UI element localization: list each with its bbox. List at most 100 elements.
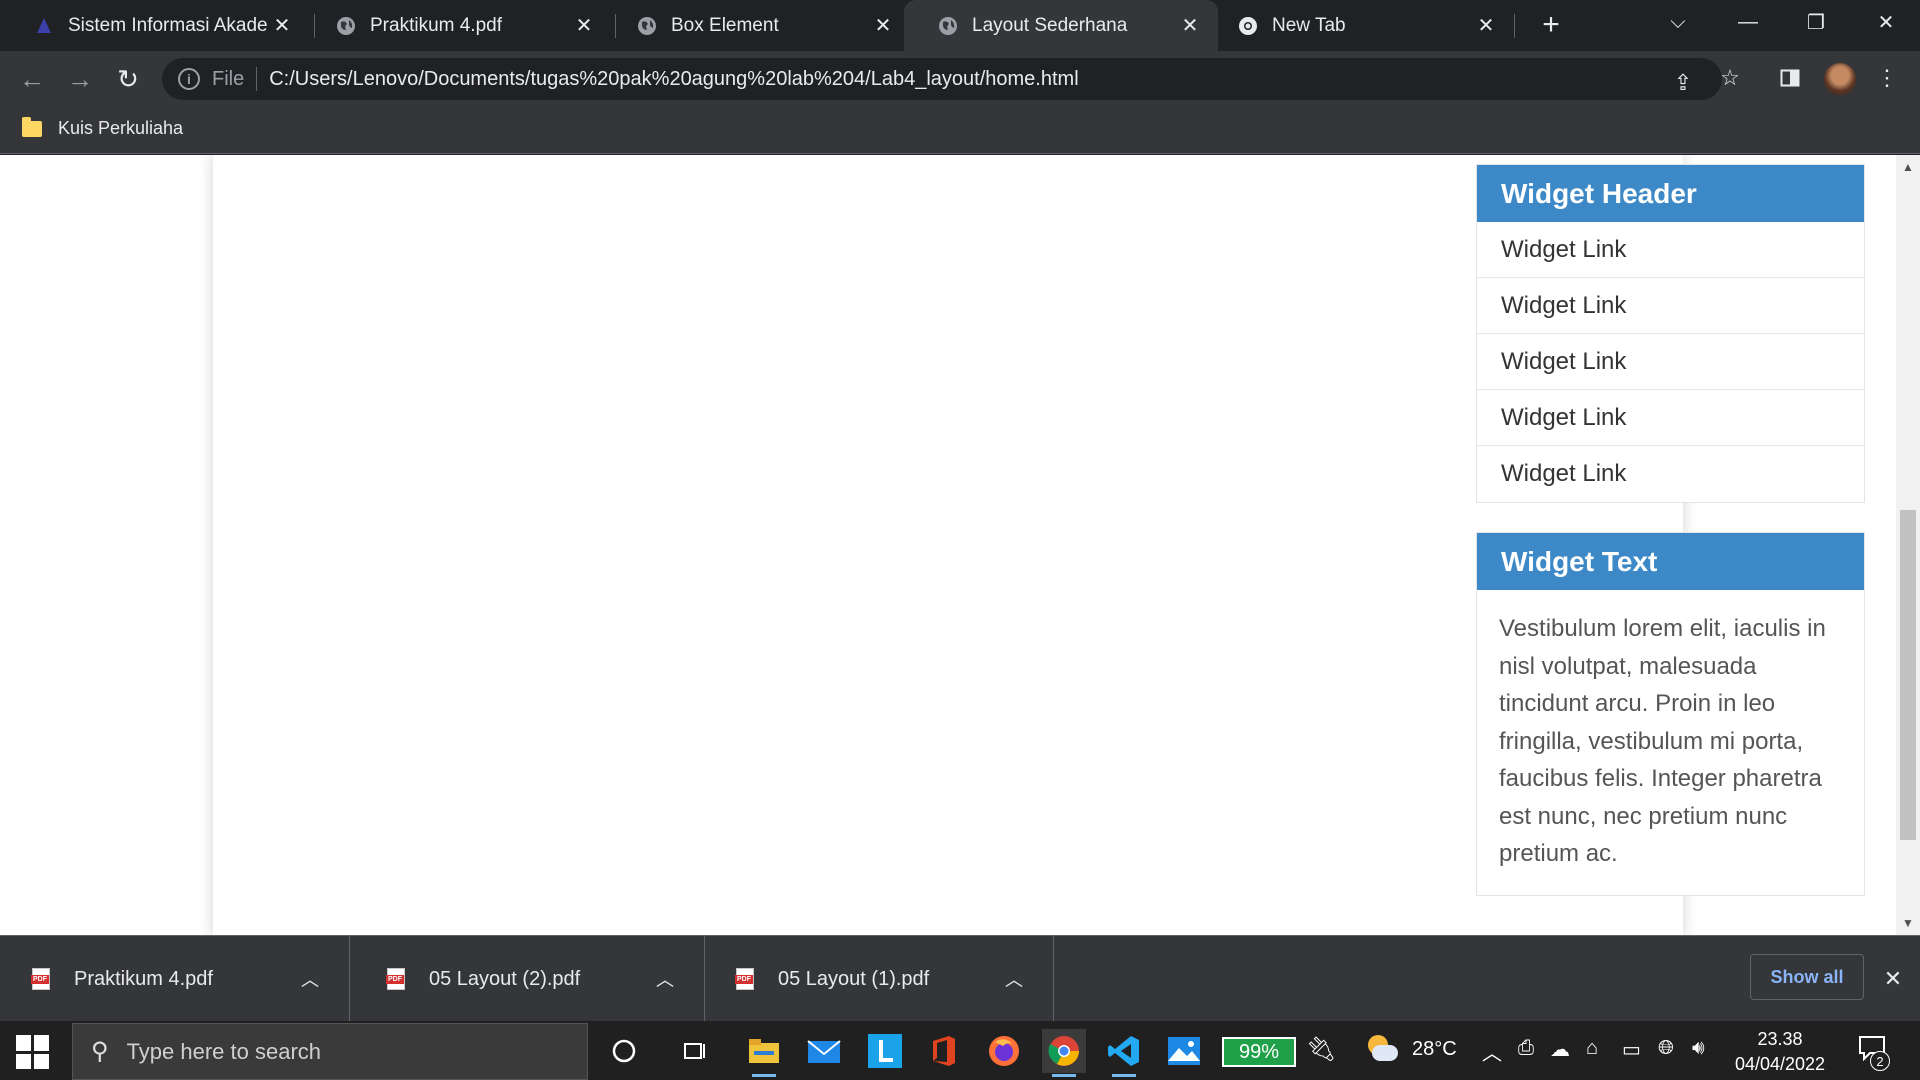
tab-close-icon[interactable]: ✕ bbox=[1176, 12, 1204, 40]
network-globe-icon[interactable]: 🌐︎ bbox=[1658, 1037, 1674, 1060]
forward-arrow-icon[interactable]: → bbox=[62, 61, 98, 97]
scroll-down-arrow-icon[interactable]: ▼ bbox=[1896, 911, 1920, 935]
tab-sistem-informasi[interactable]: Sistem Informasi Akademik ✕ bbox=[0, 0, 310, 51]
clock-date: 04/04/2022 bbox=[1734, 1054, 1826, 1074]
reload-icon[interactable]: ↻ bbox=[110, 61, 146, 97]
tab-praktikum-pdf[interactable]: Praktikum 4.pdf ✕ bbox=[302, 0, 612, 51]
web-viewport: Widget Header Widget Link Widget Link Wi… bbox=[0, 155, 1920, 935]
weather-icon[interactable] bbox=[1364, 1033, 1400, 1067]
task-view-icon[interactable] bbox=[673, 1029, 717, 1073]
profile-avatar[interactable] bbox=[1824, 63, 1856, 95]
bookmark-folder[interactable]: Kuis Perkuliaha bbox=[22, 116, 184, 139]
download-shelf: PDF Praktikum 4.pdf ︿ PDF 05 Layout (2).… bbox=[0, 935, 1920, 1022]
vscode-icon[interactable] bbox=[1102, 1029, 1146, 1077]
camera-icon[interactable]: ⌂ bbox=[1586, 1037, 1598, 1060]
widget-header: Widget Text bbox=[1477, 533, 1864, 590]
chevron-up-icon[interactable]: ︿ bbox=[999, 966, 1029, 992]
tab-title: Sistem Informasi Akademik bbox=[68, 14, 268, 36]
download-item[interactable]: PDF 05 Layout (1).pdf ︿ bbox=[704, 936, 1054, 1022]
notification-count-badge: 2 bbox=[1870, 1051, 1890, 1071]
widget-link[interactable]: Widget Link bbox=[1477, 278, 1864, 334]
chevron-up-tray-icon[interactable]: ︿ bbox=[1482, 1037, 1502, 1066]
tab-box-element[interactable]: Box Element ✕ bbox=[603, 0, 911, 51]
volume-icon[interactable]: 🔊︎ bbox=[1692, 1037, 1705, 1060]
browser-toolbar: ← → ↻ i File C:/Users/Lenovo/Documents/t… bbox=[0, 51, 1920, 106]
scroll-up-arrow-icon[interactable]: ▲ bbox=[1896, 155, 1920, 179]
taskbar-clock[interactable]: 23.38 04/04/2022 bbox=[1730, 1027, 1830, 1077]
download-filename: 05 Layout (1).pdf bbox=[778, 967, 930, 990]
tab-layout-sederhana[interactable]: Layout Sederhana ✕ bbox=[904, 0, 1218, 51]
folder-icon bbox=[22, 116, 42, 137]
widget-links: Widget Header Widget Link Widget Link Wi… bbox=[1476, 164, 1865, 503]
cortana-icon[interactable] bbox=[602, 1029, 646, 1073]
chevron-up-icon[interactable]: ︿ bbox=[650, 966, 680, 992]
tab-title: Layout Sederhana bbox=[972, 14, 1128, 36]
url-text[interactable]: C:/Users/Lenovo/Documents/tugas%20pak%20… bbox=[269, 68, 1078, 91]
bookmark-star-icon[interactable]: ☆ bbox=[1715, 63, 1745, 93]
onedrive-cloud-icon[interactable]: ☁ bbox=[1550, 1037, 1570, 1062]
battery-tray-icon[interactable]: ▭ bbox=[1622, 1037, 1641, 1062]
windows-start-icon[interactable] bbox=[16, 1035, 50, 1069]
side-panel-icon[interactable] bbox=[1775, 63, 1805, 93]
address-bar[interactable]: i File C:/Users/Lenovo/Documents/tugas%2… bbox=[162, 58, 1722, 100]
show-all-button[interactable]: Show all bbox=[1750, 954, 1864, 1000]
tab-title: New Tab bbox=[1272, 14, 1346, 36]
widget-link[interactable]: Widget Link bbox=[1477, 390, 1864, 446]
tab-close-icon[interactable]: ✕ bbox=[1472, 12, 1500, 40]
widget-text: Widget Text Vestibulum lorem elit, iacul… bbox=[1476, 532, 1865, 896]
tab-search-chevron-icon[interactable]: ⌵ bbox=[1650, 0, 1706, 44]
globe-icon bbox=[336, 16, 356, 36]
battery-indicator[interactable]: 99% bbox=[1222, 1037, 1296, 1067]
widget-link[interactable]: Widget Link bbox=[1477, 222, 1864, 278]
bookmark-label: Kuis Perkuliaha bbox=[58, 118, 184, 138]
office-icon[interactable] bbox=[922, 1029, 966, 1073]
tab-new-tab[interactable]: New Tab ✕ bbox=[1204, 0, 1514, 51]
siakad-favicon-icon bbox=[34, 16, 54, 36]
globe-icon bbox=[938, 16, 958, 36]
widget-text-body: Vestibulum lorem elit, iaculis in nisl v… bbox=[1499, 615, 1826, 867]
download-filename: 05 Layout (2).pdf bbox=[429, 967, 581, 990]
widget-link[interactable]: Widget Link bbox=[1477, 334, 1864, 390]
mail-icon[interactable] bbox=[802, 1029, 846, 1073]
share-icon[interactable]: ⇪ bbox=[1668, 68, 1698, 98]
tab-title: Praktikum 4.pdf bbox=[370, 14, 502, 36]
firefox-icon[interactable] bbox=[982, 1029, 1026, 1073]
l-app-icon[interactable] bbox=[863, 1029, 907, 1073]
chevron-up-icon[interactable]: ︿ bbox=[295, 966, 325, 992]
window-close-icon[interactable]: ✕ bbox=[1858, 0, 1914, 44]
temperature[interactable]: 28°C bbox=[1412, 1038, 1457, 1061]
download-item[interactable]: PDF Praktikum 4.pdf ︿ bbox=[0, 936, 350, 1022]
vertical-scrollbar[interactable]: ▲ ▼ bbox=[1896, 155, 1920, 935]
close-download-shelf-icon[interactable]: ✕ bbox=[1876, 962, 1910, 996]
restore-icon[interactable]: ❐ bbox=[1788, 0, 1844, 44]
clock-time: 23.38 bbox=[1757, 1029, 1803, 1049]
minimize-icon[interactable]: — bbox=[1720, 0, 1776, 44]
tab-title: Box Element bbox=[671, 14, 779, 36]
taskbar-search-box[interactable]: ⚲ Type here to search bbox=[72, 1023, 588, 1080]
tab-close-icon[interactable]: ✕ bbox=[268, 12, 296, 40]
tab-close-icon[interactable]: ✕ bbox=[570, 12, 598, 40]
tab-separator bbox=[1514, 14, 1515, 38]
info-icon[interactable]: i bbox=[178, 68, 200, 90]
meet-now-icon[interactable]: ⎙ bbox=[1518, 1037, 1534, 1060]
tab-close-icon[interactable]: ✕ bbox=[869, 12, 897, 40]
new-tab-plus-icon[interactable]: + bbox=[1534, 8, 1568, 42]
widget-link[interactable]: Widget Link bbox=[1477, 446, 1864, 502]
scroll-thumb[interactable] bbox=[1900, 510, 1916, 840]
back-arrow-icon[interactable]: ← bbox=[14, 61, 50, 97]
photos-icon[interactable] bbox=[1162, 1029, 1206, 1073]
scheme-label: File bbox=[212, 67, 245, 90]
tab-strip: Sistem Informasi Akademik ✕ Praktikum 4.… bbox=[0, 0, 1920, 51]
search-icon: ⚲ bbox=[91, 1038, 109, 1065]
pdf-file-icon: PDF bbox=[735, 968, 754, 990]
windows-taskbar: ⚲ Type here to search 99% 🔌︎ 28°C ︿ ⎙ ☁ … bbox=[0, 1021, 1920, 1080]
chrome-icon[interactable] bbox=[1042, 1029, 1086, 1077]
menu-kebab-icon[interactable]: ⋮ bbox=[1872, 63, 1902, 93]
page-container: Widget Header Widget Link Widget Link Wi… bbox=[213, 155, 1865, 935]
widget-header: Widget Header bbox=[1477, 165, 1864, 222]
bookmarks-bar: Kuis Perkuliaha bbox=[0, 106, 1920, 154]
file-explorer-icon[interactable] bbox=[742, 1029, 786, 1077]
power-plug-icon: 🔌︎ bbox=[1306, 1036, 1337, 1063]
pdf-file-icon: PDF bbox=[31, 968, 50, 990]
download-item[interactable]: PDF 05 Layout (2).pdf ︿ bbox=[355, 936, 705, 1022]
